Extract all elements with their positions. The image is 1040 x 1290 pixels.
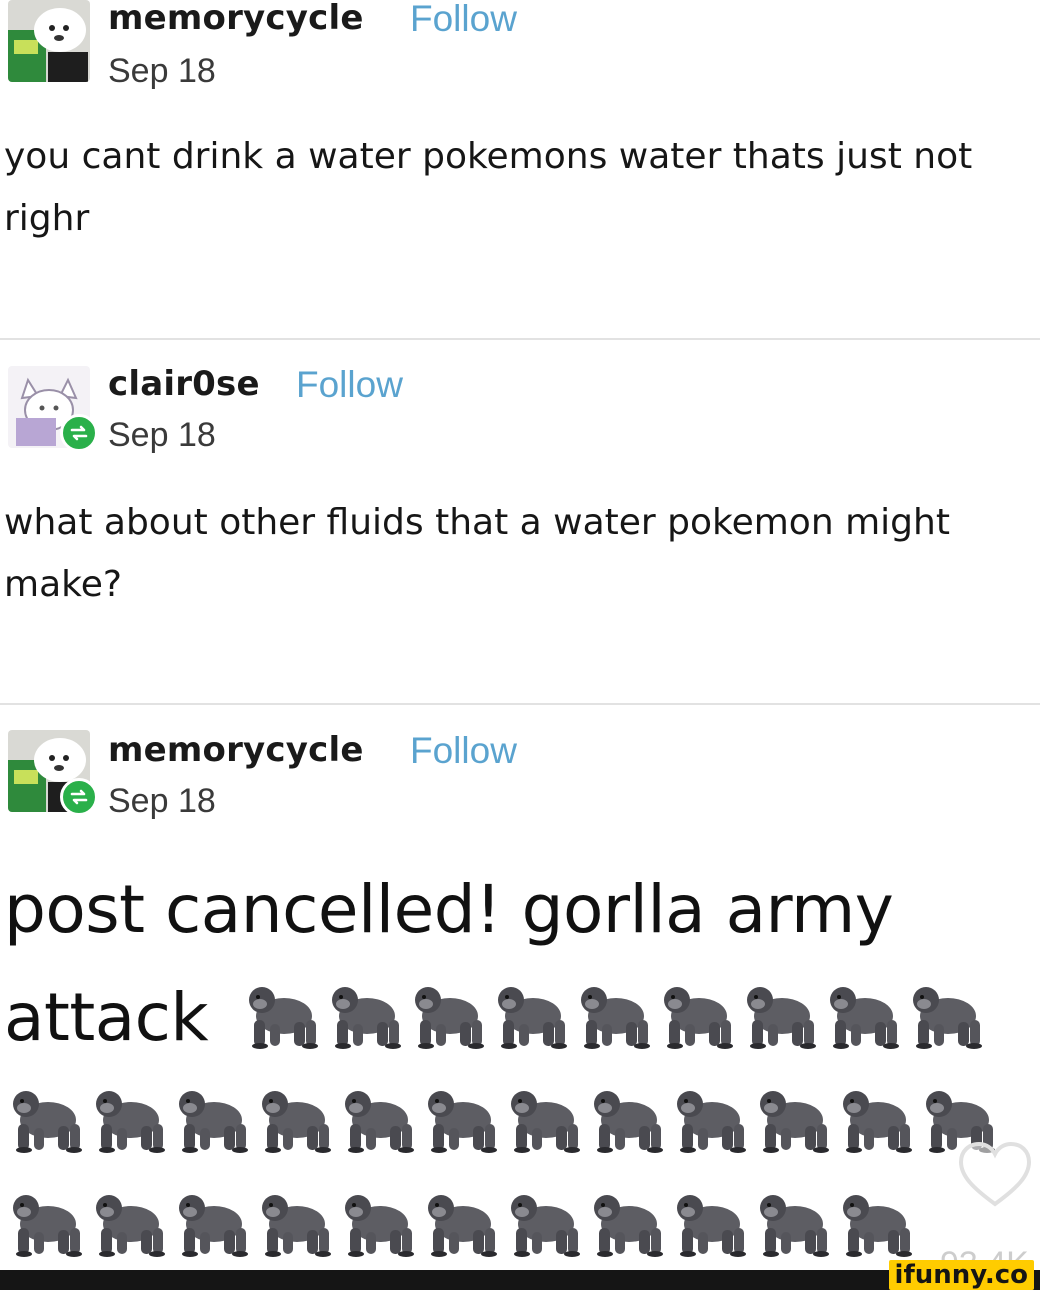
username[interactable]: clair0se bbox=[108, 364, 260, 404]
gorilla-emoji-icon bbox=[428, 1195, 497, 1257]
like-button[interactable] bbox=[955, 1138, 1035, 1210]
bottom-bar bbox=[0, 1270, 1040, 1290]
post-text: you cant drink a water pokemons water th… bbox=[4, 136, 973, 239]
heart-icon bbox=[958, 1141, 1032, 1207]
avatar[interactable] bbox=[8, 0, 90, 82]
gorilla-emoji-icon bbox=[96, 1195, 165, 1257]
username[interactable]: memorycycle bbox=[108, 730, 364, 770]
post-date: Sep 18 bbox=[108, 52, 216, 90]
username[interactable]: memorycycle bbox=[108, 0, 364, 38]
gorilla-emoji-icon bbox=[594, 1195, 663, 1257]
gorilla-emoji-icon bbox=[760, 1091, 829, 1153]
gorilla-emoji-icon bbox=[179, 1195, 248, 1257]
post-text-line-2: attack bbox=[4, 979, 209, 1056]
gorilla-emoji-icon bbox=[843, 1195, 912, 1257]
post-date: Sep 18 bbox=[108, 782, 216, 820]
avatar-image bbox=[8, 0, 90, 82]
gorilla-emoji-icon bbox=[96, 1091, 165, 1153]
gorilla-emoji-icon bbox=[677, 1091, 746, 1153]
gorilla-emoji-icon bbox=[581, 987, 650, 1049]
divider bbox=[0, 338, 1040, 340]
gorilla-emoji-icon bbox=[830, 987, 899, 1049]
gorilla-emoji-icon bbox=[262, 1091, 331, 1153]
gorilla-emoji-icon bbox=[428, 1091, 497, 1153]
gorilla-emoji-icon bbox=[913, 987, 982, 1049]
follow-button[interactable]: Follow bbox=[296, 364, 403, 406]
gorilla-emoji-row bbox=[240, 980, 986, 1050]
divider bbox=[0, 703, 1040, 705]
gorilla-emoji-row bbox=[4, 1084, 999, 1154]
gorilla-emoji-icon bbox=[249, 987, 318, 1049]
gorilla-emoji-icon bbox=[345, 1091, 414, 1153]
follow-button[interactable]: Follow bbox=[410, 0, 517, 40]
gorilla-emoji-icon bbox=[664, 987, 733, 1049]
gorilla-emoji-icon bbox=[511, 1195, 580, 1257]
post-text: what about other fluids that a water pok… bbox=[4, 502, 950, 605]
gorilla-emoji-icon bbox=[843, 1091, 912, 1153]
post-text-line-1: post cancelled! gorlla army bbox=[4, 871, 894, 948]
gorilla-emoji-icon bbox=[677, 1195, 746, 1257]
gorilla-emoji-icon bbox=[511, 1091, 580, 1153]
gorilla-emoji-icon bbox=[594, 1091, 663, 1153]
avatar[interactable] bbox=[8, 730, 98, 816]
watermark-logo: ifunny.co bbox=[888, 1260, 1034, 1290]
gorilla-emoji-icon bbox=[498, 987, 567, 1049]
reblog-icon bbox=[60, 414, 98, 452]
gorilla-emoji-icon bbox=[345, 1195, 414, 1257]
gorilla-emoji-icon bbox=[415, 987, 484, 1049]
gorilla-emoji-icon bbox=[760, 1195, 829, 1257]
reblog-icon bbox=[60, 778, 98, 816]
gorilla-emoji-icon bbox=[179, 1091, 248, 1153]
gorilla-emoji-icon bbox=[747, 987, 816, 1049]
gorilla-emoji-row bbox=[4, 1188, 916, 1258]
follow-button[interactable]: Follow bbox=[410, 730, 517, 772]
avatar[interactable] bbox=[8, 366, 98, 452]
gorilla-emoji-icon bbox=[13, 1091, 82, 1153]
post-date: Sep 18 bbox=[108, 416, 216, 454]
gorilla-emoji-icon bbox=[332, 987, 401, 1049]
gorilla-emoji-icon bbox=[13, 1195, 82, 1257]
gorilla-emoji-icon bbox=[262, 1195, 331, 1257]
